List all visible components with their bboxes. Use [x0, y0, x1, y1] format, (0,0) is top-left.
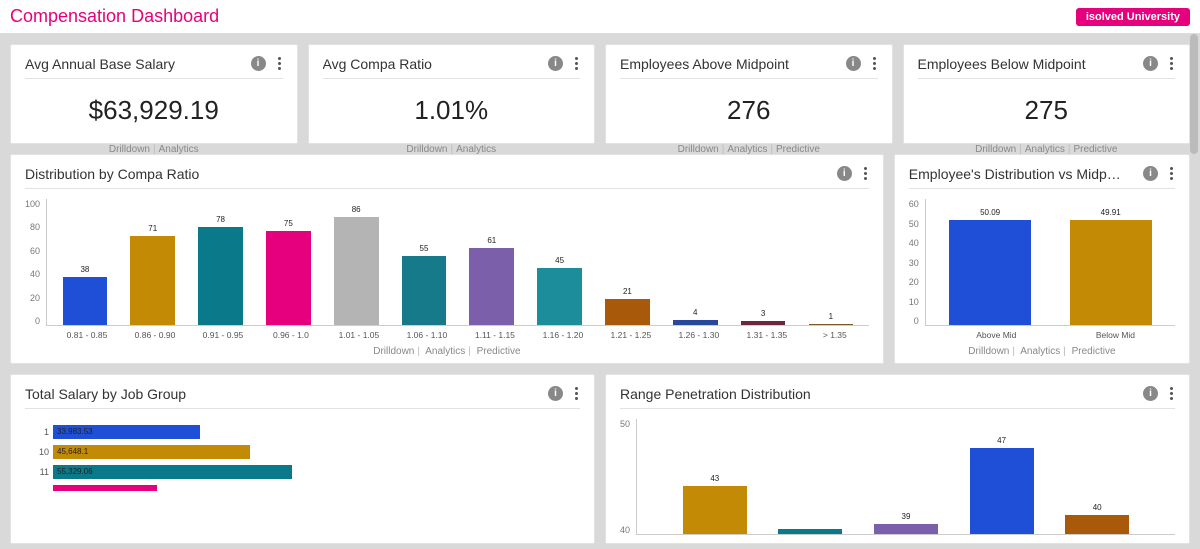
info-icon[interactable]: i: [846, 56, 861, 71]
info-icon[interactable]: i: [548, 386, 563, 401]
kpi-title: Employees Above Midpoint: [620, 56, 789, 72]
info-icon[interactable]: i: [251, 56, 266, 71]
kebab-menu-icon[interactable]: [1168, 385, 1175, 402]
chart-bar[interactable]: 75: [256, 199, 320, 325]
kebab-menu-icon[interactable]: [1168, 165, 1175, 182]
card-salary-jobgroup: Total Salary by Job Group i 133,983.53 10…: [10, 374, 595, 544]
analytics-link[interactable]: Analytics: [1020, 346, 1060, 357]
kebab-menu-icon[interactable]: [276, 55, 283, 72]
kebab-menu-icon[interactable]: [862, 165, 869, 182]
chart-bar[interactable]: 45: [528, 199, 592, 325]
kpi-value: 276: [620, 85, 878, 138]
info-icon[interactable]: i: [1143, 166, 1158, 181]
kpi-value: $63,929.19: [25, 85, 283, 138]
chart-bar[interactable]: 49.91: [1052, 199, 1169, 325]
chart-bar[interactable]: 133,983.53: [55, 425, 574, 439]
chart-bar[interactable]: 50.09: [932, 199, 1049, 325]
info-icon[interactable]: i: [1143, 386, 1158, 401]
chart-bar[interactable]: 78: [189, 199, 253, 325]
chart-bar[interactable]: 1: [799, 199, 863, 325]
chart-bar[interactable]: 1045,648.1: [55, 445, 574, 459]
page-title: Compensation Dashboard: [10, 6, 219, 27]
kpi-value: 1.01%: [323, 85, 581, 138]
chart-bar[interactable]: 1155,329.06: [55, 465, 574, 479]
kpi-card: Avg Compa Ratio i 1.01% Drilldown|Analyt…: [308, 44, 596, 144]
drilldown-link[interactable]: Drilldown: [968, 346, 1009, 357]
chart-bar[interactable]: 21: [596, 199, 660, 325]
kebab-menu-icon[interactable]: [573, 55, 580, 72]
chart-bar[interactable]: 55: [392, 199, 456, 325]
drilldown-link[interactable]: Drilldown: [373, 346, 414, 357]
kpi-title: Avg Compa Ratio: [323, 56, 432, 72]
kpi-title: Avg Annual Base Salary: [25, 56, 175, 72]
analytics-link[interactable]: Analytics: [425, 346, 465, 357]
chart-bar[interactable]: 3: [731, 199, 795, 325]
chart-bar[interactable]: 4: [663, 199, 727, 325]
kpi-title: Employees Below Midpoint: [918, 56, 1086, 72]
card-range-penetration: Range Penetration Distribution i 5040 43…: [605, 374, 1190, 544]
card-title: Range Penetration Distribution: [620, 386, 811, 402]
kpi-value: 275: [918, 85, 1176, 138]
chart-bar[interactable]: 39: [860, 419, 952, 534]
kpi-card: Employees Below Midpoint i 275 Drilldown…: [903, 44, 1191, 144]
card-title: Distribution by Compa Ratio: [25, 166, 199, 182]
chart-bar[interactable]: 38: [53, 199, 117, 325]
info-icon[interactable]: i: [1143, 56, 1158, 71]
kebab-menu-icon[interactable]: [1168, 55, 1175, 72]
chart-bar[interactable]: 86: [324, 199, 388, 325]
kpi-card: Avg Annual Base Salary i $63,929.19 Dril…: [10, 44, 298, 144]
chart-bar[interactable]: 71: [121, 199, 185, 325]
chart-bar[interactable]: [765, 419, 857, 534]
isolved-university-button[interactable]: isolved University: [1076, 8, 1190, 26]
kebab-menu-icon[interactable]: [573, 385, 580, 402]
info-icon[interactable]: i: [548, 56, 563, 71]
card-title: Total Salary by Job Group: [25, 386, 186, 402]
predictive-link[interactable]: Predictive: [477, 346, 521, 357]
chart-bar[interactable]: 43: [669, 419, 761, 534]
predictive-link[interactable]: Predictive: [1072, 346, 1116, 357]
chart-bar[interactable]: 47: [956, 419, 1048, 534]
info-icon[interactable]: i: [837, 166, 852, 181]
card-compa-ratio: Distribution by Compa Ratio i 1008060402…: [10, 154, 884, 364]
scrollbar[interactable]: [1190, 34, 1198, 154]
kebab-menu-icon[interactable]: [871, 55, 878, 72]
kpi-card: Employees Above Midpoint i 276 Drilldown…: [605, 44, 893, 144]
chart-bar[interactable]: 61: [460, 199, 524, 325]
card-title: Employee's Distribution vs Midp…: [909, 166, 1121, 182]
chart-bar[interactable]: 40: [1051, 419, 1143, 534]
card-emp-vs-midpoint: Employee's Distribution vs Midp… i 60504…: [894, 154, 1190, 364]
